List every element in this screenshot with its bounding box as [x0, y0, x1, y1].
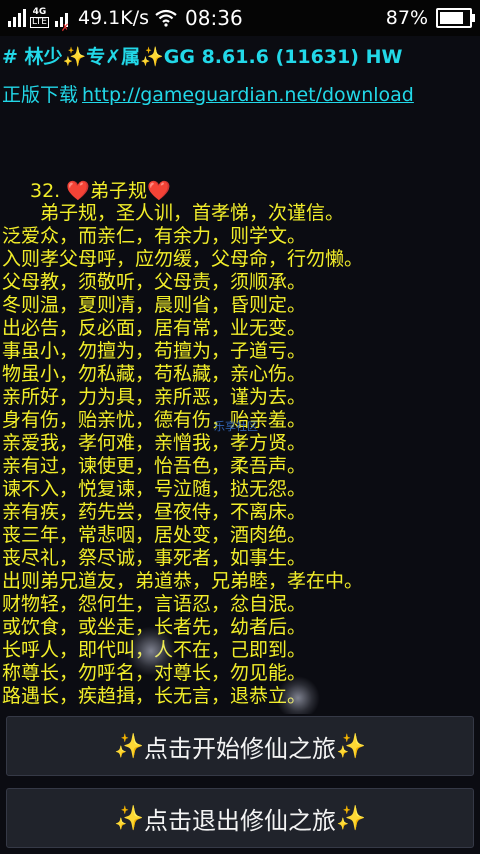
network-speed: 49.1K/s: [77, 7, 150, 29]
poem-line: 父母教，须敬听，父母责，须顺承。: [2, 271, 307, 293]
poem-line: 出则弟兄道友，弟道恭，兄弟睦，孝在中。: [2, 570, 364, 592]
download-label: 正版下载: [2, 84, 79, 106]
heart-icon: ❤️: [146, 180, 171, 202]
wifi-icon: [155, 9, 177, 27]
poem-line: 亲所好，力为具，亲所恶，谨为去。: [2, 386, 307, 408]
network-type: 4G: [32, 7, 47, 17]
sparkle-icon: ✨: [114, 804, 144, 832]
battery-icon: [436, 8, 475, 28]
heart-icon: ❤️: [66, 180, 90, 202]
poem-line: 泛爱众，而亲仁，有余力，则学文。: [2, 225, 307, 247]
poem-title: 弟子规: [89, 180, 147, 202]
poem-line: 身有伤，贻亲忧，德有伤，贻亲羞。: [2, 409, 307, 431]
sparkle-icon: ✨: [114, 732, 144, 760]
download-link[interactable]: http://gameguardian.net/download: [82, 84, 414, 106]
sparkle-icon: ✨: [336, 732, 366, 760]
exit-journey-button[interactable]: ✨ 点击退出修仙之旅 ✨: [6, 788, 474, 848]
poem-line: 亲爱我，孝何难，亲憎我，孝方贤。: [2, 432, 307, 454]
status-right: 87%: [385, 0, 475, 36]
poem-line: 出必告，反必面，居有常，业无变。: [2, 317, 307, 339]
poem-line: 丧尽礼，祭尽诚，事死者，如事生。: [2, 547, 307, 569]
poem-line: 亲有疾，药先尝，昼夜侍，不离床。: [2, 501, 307, 523]
network-sub: LTE: [30, 17, 49, 28]
script-title: # 林少✨专✗属✨GG 8.61.6 (11631) HW: [2, 46, 403, 68]
touch-glow: [126, 626, 176, 676]
start-journey-label: 点击开始修仙之旅: [144, 734, 336, 763]
start-journey-button[interactable]: ✨ 点击开始修仙之旅 ✨: [6, 716, 474, 776]
signal-icon: [8, 9, 26, 27]
poem-number: 32.: [30, 180, 61, 202]
poem-line: 物虽小，勿私藏，苟私藏，亲心伤。: [2, 363, 307, 385]
poem-line: 事虽小，勿擅为，苟擅为，子道亏。: [2, 340, 307, 362]
status-bar: 4G LTE ✗ 49.1K/s 08:36 87%: [0, 0, 480, 36]
battery-percent: 87%: [385, 7, 428, 29]
poem-line: 财物轻，怨何生，言语忍，忿自泯。: [2, 593, 307, 615]
status-left: 4G LTE ✗ 49.1K/s 08:36: [8, 0, 243, 36]
poem-line: 丧三年，常悲咽，居处变，酒肉绝。: [2, 524, 307, 546]
network-type-icon: 4G LTE: [30, 8, 49, 28]
poem-line: 弟子规，圣人训，首孝悌，次谨信。: [2, 202, 345, 224]
watermark: 乐享社区: [214, 420, 258, 433]
sparkle-icon: ✨: [336, 804, 366, 832]
poem-text-area[interactable]: 32. ❤️弟子规❤️ 弟子规，圣人训，首孝悌，次谨信。 泛爱众，而亲仁，有余力，…: [0, 176, 480, 714]
exit-journey-label: 点击退出修仙之旅: [144, 806, 336, 835]
battery-fill: [440, 12, 463, 24]
poem-line: 入则孝父母呼，应勿缓，父母命，行勿懒。: [2, 248, 364, 270]
touch-glow: [276, 676, 320, 714]
poem-line: 亲有过，谏使更，怡吾色，柔吾声。: [2, 455, 307, 477]
poem-line: 冬则温，夏则凊，晨则省，昏则定。: [2, 294, 307, 316]
poem-title-row: 32. ❤️弟子规❤️: [30, 176, 171, 203]
clock: 08:36: [185, 6, 243, 30]
signal-2-no-service-icon: ✗: [54, 9, 69, 34]
download-row: 正版下载 http://gameguardian.net/download: [2, 80, 414, 107]
poem-line: 谏不入，悦复谏，号泣随，挞无怨。: [2, 478, 307, 500]
poem-line: 路遇长，疾趋揖，长无言，退恭立。: [2, 685, 307, 707]
